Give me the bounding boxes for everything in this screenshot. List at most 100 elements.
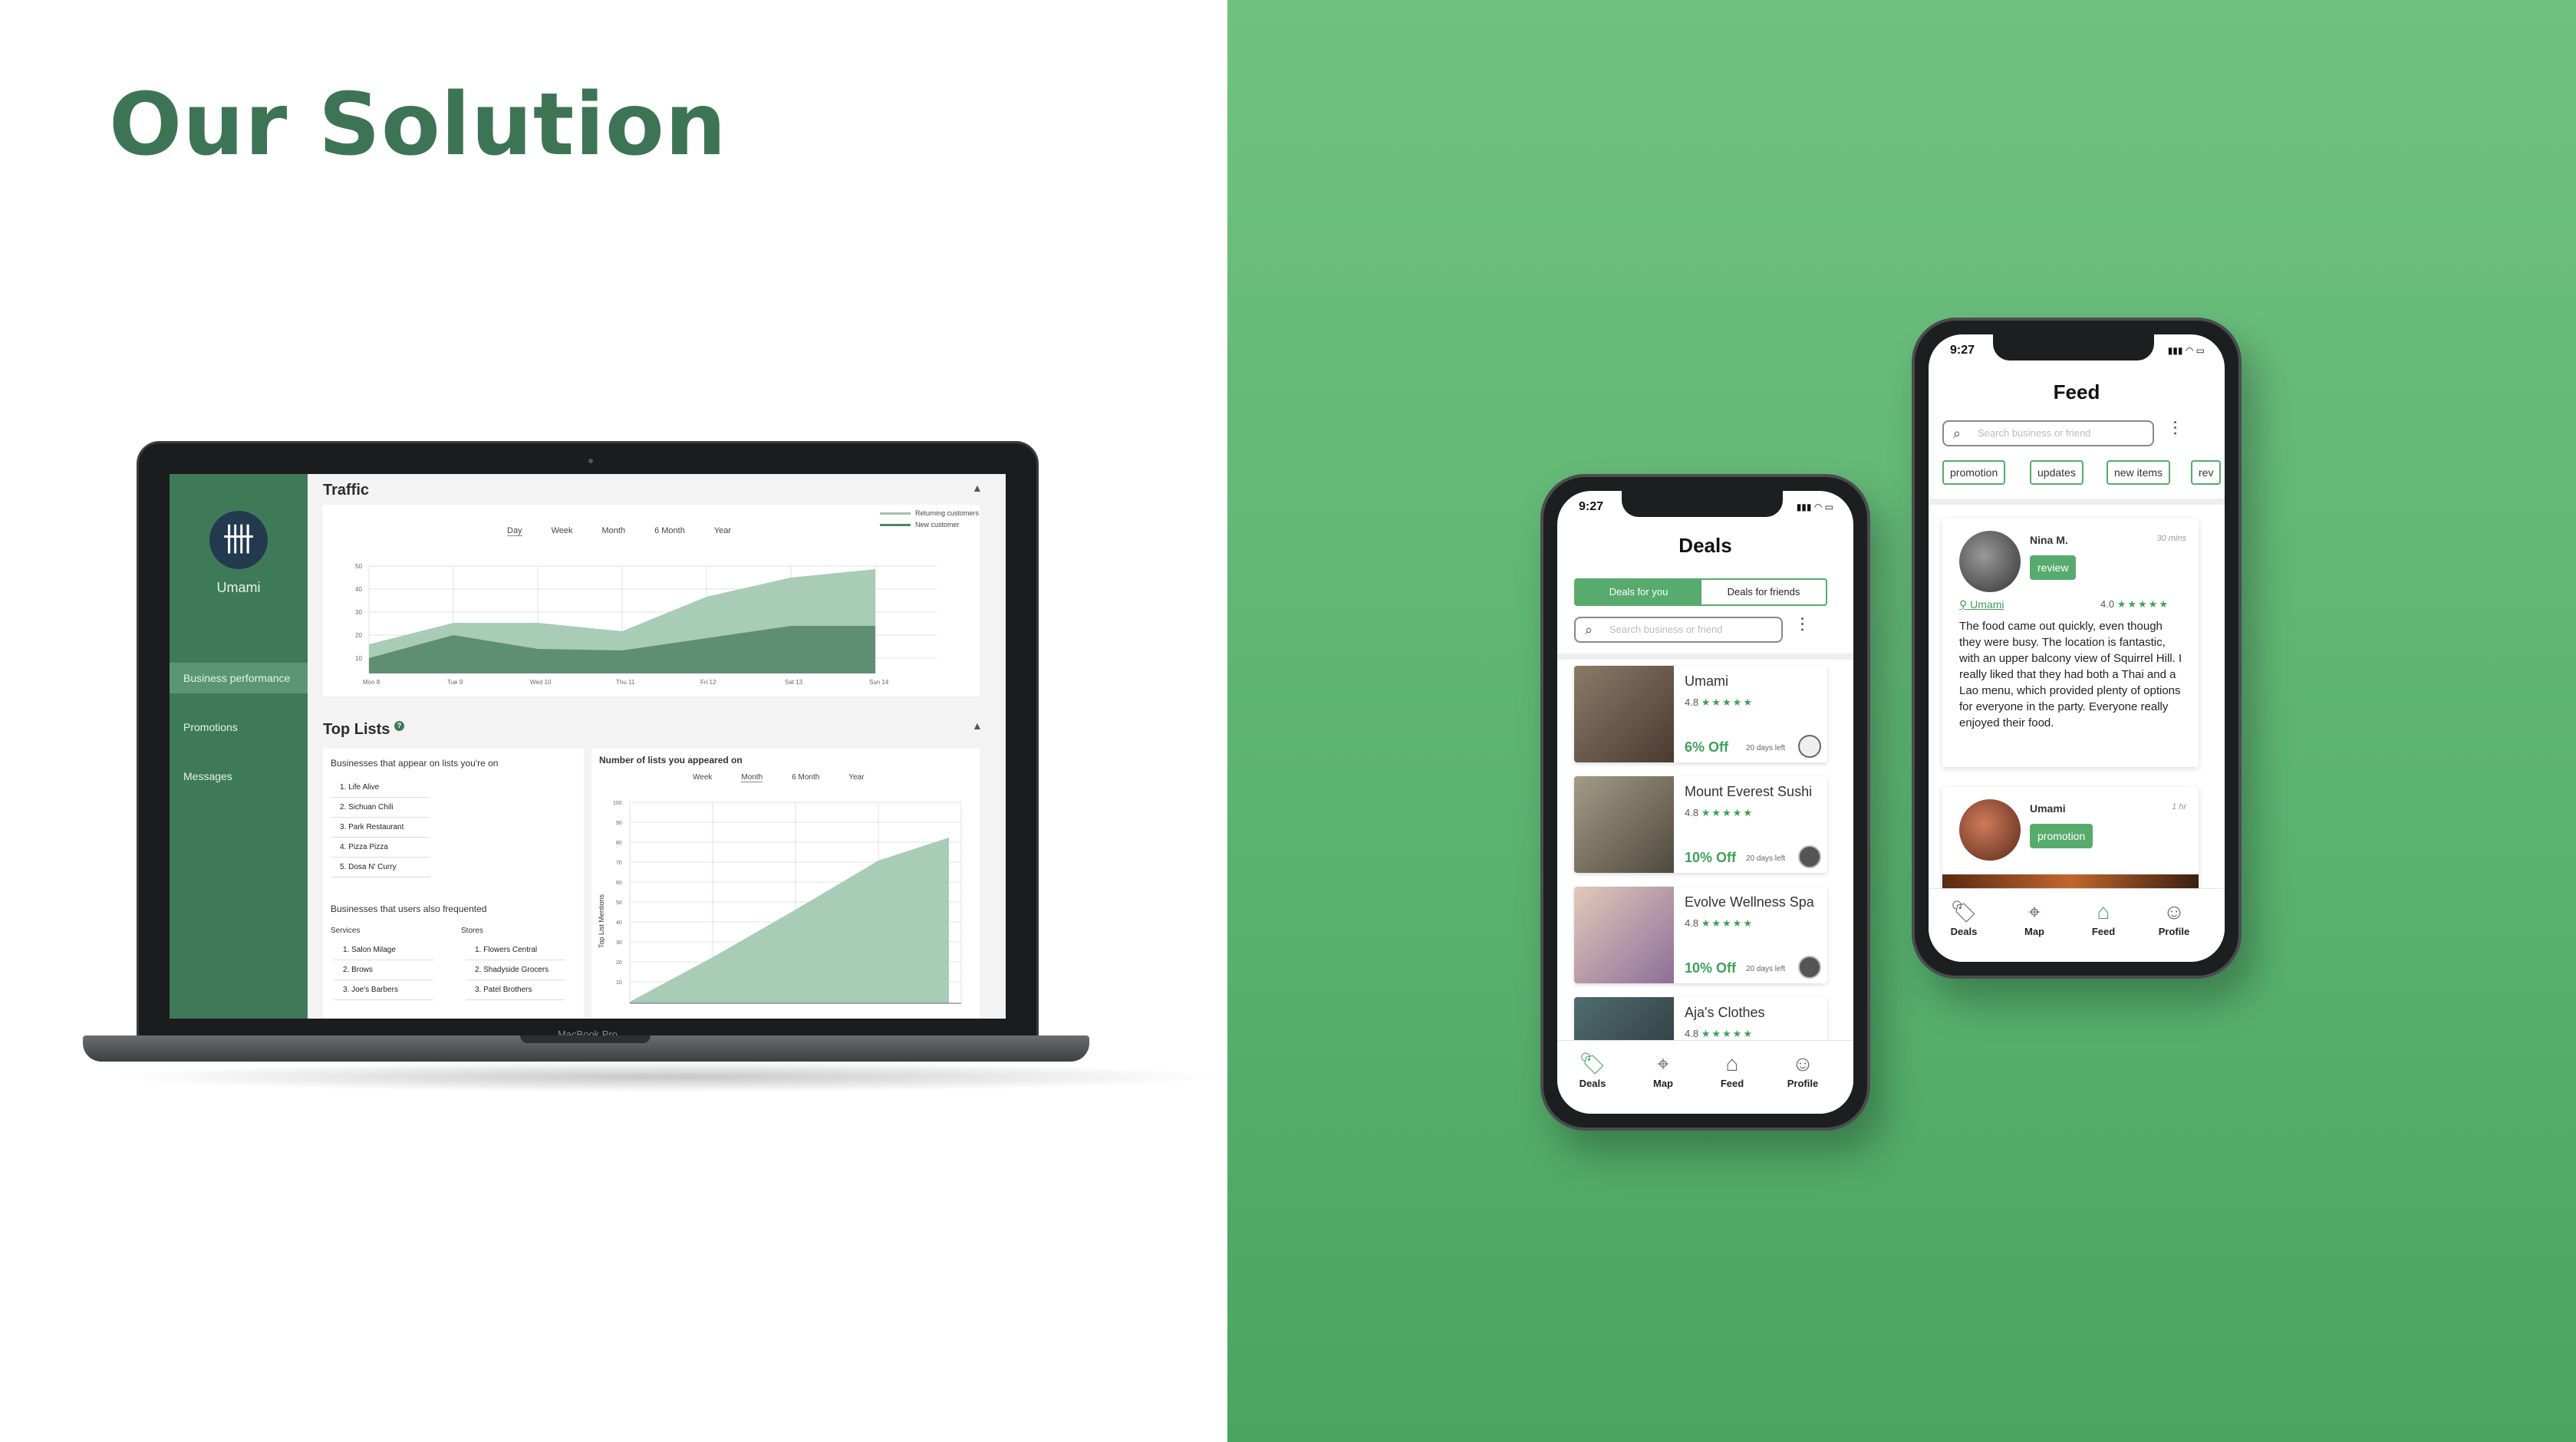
tab-deals-for-friends[interactable]: Deals for friends [1701,580,1826,604]
location-pin-icon: ⚲ [1959,598,1968,611]
y-tick: 90 [616,821,622,826]
chip-promotion[interactable]: promotion [1942,460,2006,485]
legend-label: Returning customers [915,509,980,517]
deal-name: Umami [1685,673,1728,689]
filter-icon[interactable]: ⫶ [1800,614,1805,638]
deal-card[interactable]: Umami 4.8 ★★★★★ 6% Off 20 days left [1574,666,1827,762]
y-tick: 10 [616,980,622,986]
tab-day[interactable]: Day [507,526,522,536]
search-input[interactable]: ⌕ Search business or friend [1574,617,1783,643]
tab-year[interactable]: Year [848,773,864,782]
deal-discount: 6% Off [1685,739,1729,755]
tab-feed[interactable]: ⌂ Feed [1701,1050,1763,1089]
place-link[interactable]: ⚲ Umami [1959,598,2004,611]
legend-new: New customer [880,521,979,529]
search-input[interactable]: ⌕ Search business or friend [1942,420,2154,446]
tab-bar: 🏷 Deals ⌖ Map ⌂ Feed ☺ Profile [1557,1040,1853,1114]
sidebar-item-messages[interactable]: Messages [170,761,308,792]
deal-name: Evolve Wellness Spa [1685,894,1814,910]
lists-chart-tabs: Week Month 6 Month Year [693,773,894,782]
deals-segment: Deals for you Deals for friends [1574,578,1827,606]
list-item: 3. Patel Brothers [466,980,565,1000]
tab-feed[interactable]: ⌂ Feed [2073,898,2134,937]
x-tick: Sat 13 [785,679,803,686]
deal-card[interactable]: Mount Everest Sushi 4.8 ★★★★★ 10% Off 20… [1574,776,1827,873]
tab-label: Map [1653,1078,1673,1089]
avatar [1798,845,1821,868]
sidebar: 卌 Umami Business performance Promotions … [170,474,308,1019]
list-item: 2. Brows [334,960,433,980]
collapse-traffic-icon[interactable]: ▲ [972,482,983,494]
chip-updates[interactable]: updates [2030,460,2084,485]
list-item: 3. Park Restaurant [331,818,430,838]
laptop-base [83,1035,1089,1062]
lists-chart-card: Number of lists you appeared on Week Mont… [591,749,980,1019]
feed-post[interactable]: Nina M. 30 mins review ⚲ Umami 4.0 ★★★★★… [1942,519,2199,767]
tab-profile[interactable]: ☺ Profile [2143,898,2205,937]
toplists-title-text: Top Lists [323,721,390,738]
person-icon: ☺ [2163,900,2186,923]
y-tick: 50 [616,900,622,906]
y-tick: 30 [355,609,362,616]
help-icon[interactable]: ? [394,721,404,731]
deal-card[interactable]: Evolve Wellness Spa 4.8 ★★★★★ 10% Off 20… [1574,887,1827,983]
tab-year[interactable]: Year [714,526,731,535]
list-item: 1. Flowers Central [466,940,565,960]
star-icon: ★★★★★ [1701,696,1754,708]
y-tick: 100 [613,801,622,806]
rating-value: 4.8 [1685,807,1699,818]
avatar [1959,531,2021,592]
page-title: Feed [2053,380,2100,403]
filter-icon[interactable]: ⫶ [2172,417,2178,442]
tab-deals[interactable]: 🏷 Deals [1562,1050,1623,1089]
slide: Our Solution 卌 Umami Business performanc… [0,0,2576,1442]
sidebar-item-business-performance[interactable]: Business performance [170,663,308,693]
promotion-tag: promotion [2030,824,2093,848]
tab-6-month[interactable]: 6 Month [792,773,819,782]
status-icons: ▮▮▮ ◠ ▭ [2167,345,2205,356]
tab-week[interactable]: Week [552,526,573,535]
tag-icon: 🏷 [1579,1052,1606,1075]
tab-6-month[interactable]: 6 Month [654,526,685,535]
x-tick: Sun 14 [869,679,889,686]
star-icon: ★★★★★ [1701,917,1754,929]
chip-reviews[interactable]: rev [2191,460,2222,485]
divider [1929,499,2225,505]
y-tick: 50 [355,563,362,570]
deal-days-left: 20 days left [1746,744,1786,752]
tab-month[interactable]: Month [601,526,625,535]
tab-deals[interactable]: 🏷 Deals [1933,898,1995,937]
chip-new-items[interactable]: new items [2107,460,2171,485]
tab-profile[interactable]: ☺ Profile [1772,1050,1833,1089]
deals-phone: 9:27 ▮▮▮ ◠ ▭ Deals Deals for you Deals f… [1540,474,1870,1131]
tab-week[interactable]: Week [693,773,712,782]
y-tick: 20 [616,960,622,966]
y-tick: 20 [355,632,362,639]
y-tick: 80 [616,841,622,846]
deal-rating: 4.8 ★★★★★ [1685,917,1754,930]
sidebar-item-promotions[interactable]: Promotions [170,712,308,742]
filter-chips: promotion updates new items rev [1942,460,2225,486]
tab-map[interactable]: ⌖ Map [1632,1050,1694,1089]
x-tick: Fri 12 [700,679,716,686]
collapse-toplists-icon[interactable]: ▲ [972,719,983,732]
deal-image [1574,666,1674,762]
y-tick: 60 [616,881,622,886]
tab-label: Deals [1950,926,1978,937]
store-icon: ⌂ [1725,1052,1739,1075]
tab-map[interactable]: ⌖ Map [2004,898,2065,937]
tab-deals-for-you[interactable]: Deals for you [1576,580,1701,604]
lists-chart: Top List Mentions 100 90 80 70 60 50 40 … [598,801,962,1004]
legend-swatch [880,512,911,515]
x-tick: Mon 8 [363,679,380,686]
avatar [1798,956,1821,979]
post-user: Umami [2030,802,2066,815]
phone-notch [1993,334,2154,360]
map-pin-icon: ⌖ [1657,1052,1669,1075]
status-time: 9:27 [1579,500,1604,513]
tag-icon: 🏷 [1950,900,1978,923]
dashboard-main: Traffic ▲ Day Week Month 6 Month Year Return… [308,474,1006,1019]
frequented-heading: Businesses that users also frequented [331,904,487,914]
tab-month[interactable]: Month [741,773,763,782]
legend-returning: Returning customers [880,509,979,518]
